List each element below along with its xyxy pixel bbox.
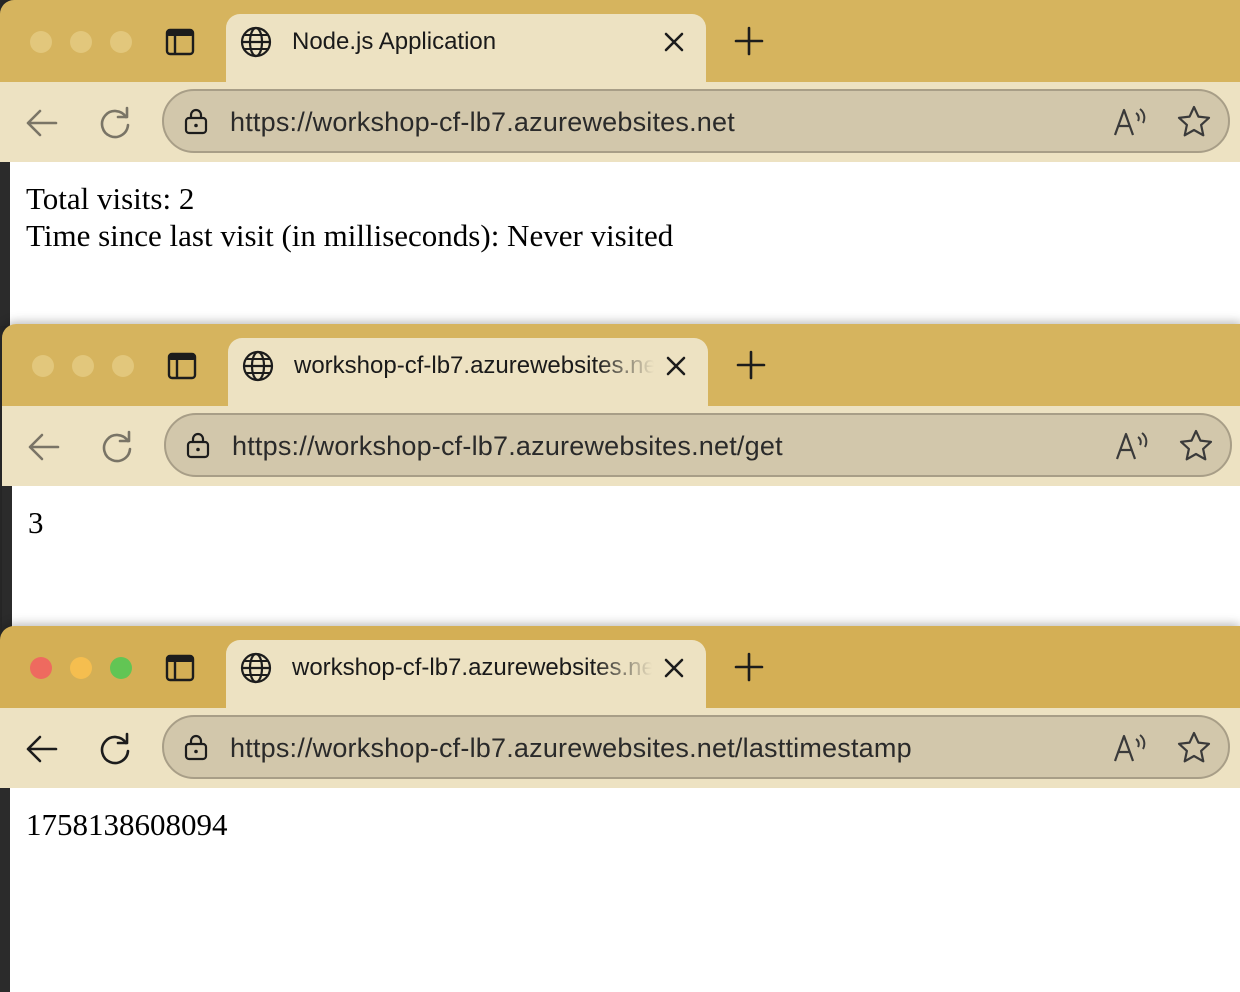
close-window-button[interactable] bbox=[32, 355, 54, 377]
close-icon[interactable] bbox=[664, 354, 688, 378]
browser-window-2: workshop-cf-lb7.azurewebsites.net/get ht… bbox=[2, 324, 1240, 630]
get-response-text: 3 bbox=[28, 505, 44, 540]
back-arrow-icon[interactable] bbox=[22, 729, 62, 769]
toolbar: https://workshop-cf-lb7.azurewebsites.ne… bbox=[0, 708, 1240, 788]
sidebar-icon[interactable] bbox=[165, 654, 197, 682]
lock-icon[interactable] bbox=[182, 733, 210, 761]
address-bar[interactable]: https://workshop-cf-lb7.azurewebsites.ne… bbox=[162, 715, 1230, 779]
tab-active[interactable]: Node.js Application bbox=[226, 14, 706, 86]
timestamp-text: 1758138608094 bbox=[26, 807, 228, 842]
read-aloud-icon[interactable] bbox=[1114, 429, 1150, 463]
zoom-window-button[interactable] bbox=[110, 31, 132, 53]
tab-strip: Node.js Application bbox=[0, 0, 1240, 86]
address-bar[interactable]: https://workshop-cf-lb7.azurewebsites.ne… bbox=[162, 89, 1230, 153]
globe-icon bbox=[242, 350, 274, 382]
traffic-lights bbox=[30, 657, 132, 679]
traffic-lights bbox=[32, 355, 134, 377]
close-icon[interactable] bbox=[662, 656, 686, 680]
reload-icon[interactable] bbox=[95, 729, 135, 769]
globe-icon bbox=[240, 652, 272, 684]
close-window-button[interactable] bbox=[30, 31, 52, 53]
globe-icon bbox=[240, 26, 272, 58]
browser-window-3: workshop-cf-lb7.azurewebsites.net/lastti… bbox=[0, 626, 1240, 992]
close-window-button[interactable] bbox=[30, 657, 52, 679]
address-bar[interactable]: https://workshop-cf-lb7.azurewebsites.ne… bbox=[164, 413, 1232, 477]
plus-icon[interactable] bbox=[734, 26, 764, 56]
star-icon[interactable] bbox=[1178, 428, 1214, 464]
page-content: 3 bbox=[12, 486, 1240, 630]
tab-strip: workshop-cf-lb7.azurewebsites.net/lastti… bbox=[0, 626, 1240, 712]
plus-icon[interactable] bbox=[736, 350, 766, 380]
tab-strip: workshop-cf-lb7.azurewebsites.net/get bbox=[2, 324, 1240, 410]
url-text[interactable]: https://workshop-cf-lb7.azurewebsites.ne… bbox=[230, 106, 735, 138]
browser-window-1: Node.js Application https://workshop-cf-… bbox=[0, 0, 1240, 326]
tab-title: workshop-cf-lb7.azurewebsites.net/get bbox=[294, 352, 654, 379]
star-icon[interactable] bbox=[1176, 104, 1212, 140]
last-visit-text: Time since last visit (in milliseconds):… bbox=[26, 218, 674, 253]
read-aloud-icon[interactable] bbox=[1112, 731, 1148, 765]
minimize-window-button[interactable] bbox=[72, 355, 94, 377]
tab-active[interactable]: workshop-cf-lb7.azurewebsites.net/get bbox=[228, 338, 708, 410]
star-icon[interactable] bbox=[1176, 730, 1212, 766]
zoom-window-button[interactable] bbox=[112, 355, 134, 377]
sidebar-icon[interactable] bbox=[167, 352, 199, 380]
close-icon[interactable] bbox=[662, 30, 686, 54]
reload-icon[interactable] bbox=[97, 427, 137, 467]
page-content: 1758138608094 bbox=[10, 788, 1240, 992]
reload-icon[interactable] bbox=[95, 103, 135, 143]
url-text[interactable]: https://workshop-cf-lb7.azurewebsites.ne… bbox=[232, 430, 783, 462]
back-arrow-icon[interactable] bbox=[22, 103, 62, 143]
plus-icon[interactable] bbox=[734, 652, 764, 682]
sidebar-icon[interactable] bbox=[165, 28, 197, 56]
back-arrow-icon[interactable] bbox=[24, 427, 64, 467]
visits-text: Total visits: 2 bbox=[26, 181, 195, 216]
toolbar: https://workshop-cf-lb7.azurewebsites.ne… bbox=[0, 82, 1240, 162]
lock-icon[interactable] bbox=[182, 107, 210, 135]
zoom-window-button[interactable] bbox=[110, 657, 132, 679]
url-text[interactable]: https://workshop-cf-lb7.azurewebsites.ne… bbox=[230, 732, 912, 764]
page-content: Total visits: 2 Time since last visit (i… bbox=[10, 162, 1240, 326]
toolbar: https://workshop-cf-lb7.azurewebsites.ne… bbox=[2, 406, 1240, 486]
tab-title: Node.js Application bbox=[292, 28, 497, 55]
tab-title: workshop-cf-lb7.azurewebsites.net/lastti… bbox=[292, 654, 652, 681]
read-aloud-icon[interactable] bbox=[1112, 105, 1148, 139]
lock-icon[interactable] bbox=[184, 431, 212, 459]
tab-active[interactable]: workshop-cf-lb7.azurewebsites.net/lastti… bbox=[226, 640, 706, 712]
minimize-window-button[interactable] bbox=[70, 31, 92, 53]
minimize-window-button[interactable] bbox=[70, 657, 92, 679]
traffic-lights bbox=[30, 31, 132, 53]
